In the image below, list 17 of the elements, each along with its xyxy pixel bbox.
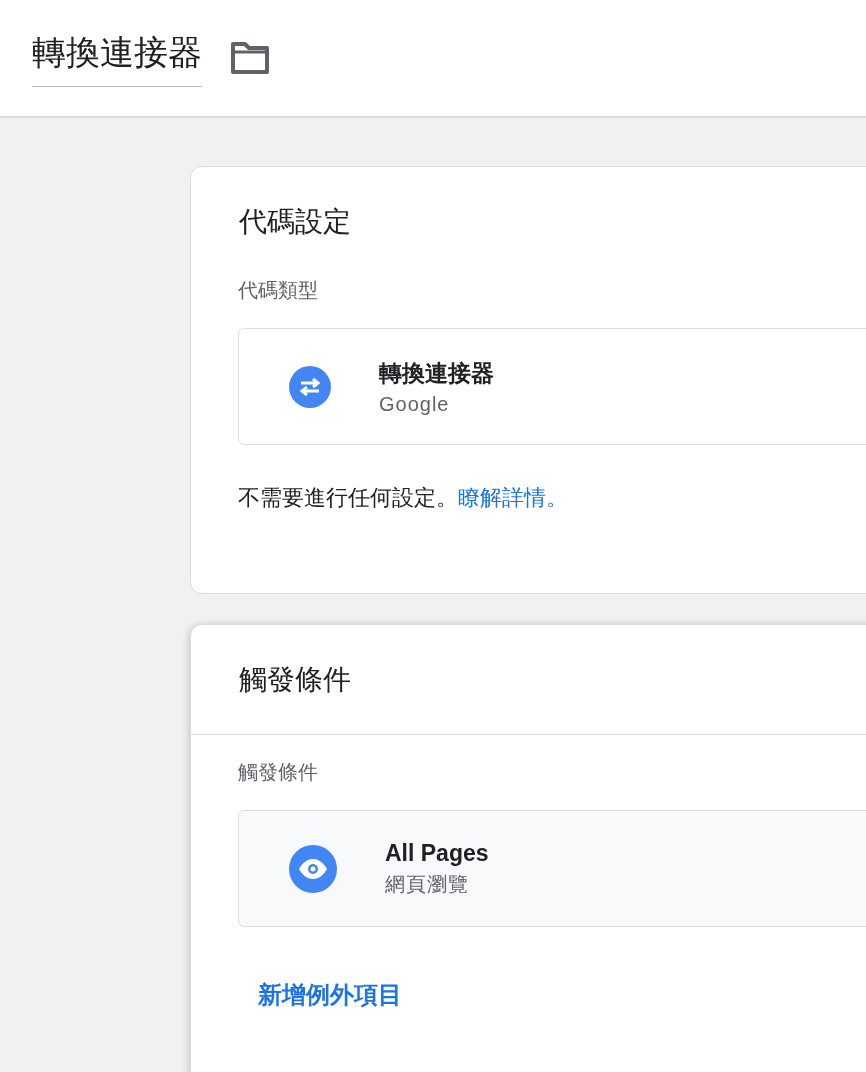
swap-arrows-icon (289, 365, 331, 408)
learn-more-link[interactable]: 瞭解詳情。 (458, 485, 568, 510)
eye-icon (289, 844, 337, 893)
add-exception-link[interactable]: 新增例外項目 (258, 979, 402, 1011)
section-label: 代碼類型 (238, 278, 319, 303)
folder-icon[interactable] (230, 42, 270, 74)
tag-type-vendor: Google (379, 392, 451, 416)
card-title: 代碼設定 (238, 205, 352, 239)
tag-name-field[interactable]: 轉換連接器 (32, 29, 202, 87)
tag-type-box[interactable]: 轉換連接器 Google (238, 328, 866, 445)
trigger-type: 網頁瀏覽 (385, 871, 470, 897)
trigger-box[interactable]: All Pages 網頁瀏覽 (238, 810, 866, 927)
card-title: 觸發條件 (191, 625, 866, 735)
configuration-note: 不需要進行任何設定。瞭解詳情。 (238, 484, 569, 512)
tag-type-name: 轉換連接器 (379, 358, 494, 388)
trigger-name: All Pages (385, 839, 489, 867)
section-label: 觸發條件 (238, 760, 319, 785)
